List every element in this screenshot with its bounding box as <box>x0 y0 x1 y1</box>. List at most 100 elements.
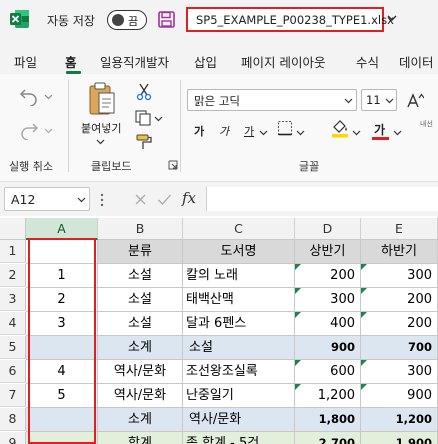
cell-e3[interactable]: 200 <box>361 288 438 312</box>
underline-button[interactable]: 가 <box>244 123 254 139</box>
italic-button[interactable]: 가 <box>219 123 229 139</box>
cell-d4[interactable]: 400 <box>295 312 361 336</box>
borders-icon[interactable] <box>277 120 293 136</box>
font-color-dropdown-icon[interactable] <box>393 128 402 137</box>
ribbon-divider <box>180 80 181 172</box>
cell-c4[interactable]: 달과 6펜스 <box>183 312 295 336</box>
paste-icon[interactable] <box>88 81 116 117</box>
formula-input[interactable] <box>206 187 438 211</box>
cell-b6[interactable]: 역사/문화 <box>98 360 183 384</box>
enter-icon[interactable] <box>157 193 172 206</box>
tab-developer[interactable]: 일용직개발자 <box>100 52 169 71</box>
cell-e2[interactable]: 300 <box>361 264 438 288</box>
font-color-button[interactable]: 가 <box>374 121 385 138</box>
row-header[interactable]: 9 <box>0 432 26 444</box>
clipboard-launcher-icon[interactable] <box>168 160 178 170</box>
row-header[interactable]: 5 <box>0 336 26 359</box>
select-all-corner[interactable] <box>0 218 26 240</box>
cell-e8[interactable]: 1,200 <box>361 408 438 432</box>
cell-b9[interactable]: 합계 <box>98 432 183 444</box>
cancel-icon[interactable] <box>134 193 147 206</box>
column-header-b[interactable]: B <box>98 218 183 240</box>
increase-font-size-icon[interactable] <box>406 92 424 108</box>
phonetic-guide-button[interactable]: 내선 <box>420 120 434 128</box>
cell-c1[interactable]: 도서명 <box>183 240 295 264</box>
tab-data[interactable]: 데이터 <box>399 52 434 71</box>
copy-dropdown-icon[interactable] <box>154 114 163 123</box>
cell-c7[interactable]: 난중일기 <box>183 384 295 408</box>
cell-value: 400 <box>330 316 355 331</box>
save-icon[interactable] <box>158 11 175 28</box>
row-header[interactable]: 8 <box>0 408 26 431</box>
cell-d5[interactable]: 900 <box>295 336 361 360</box>
format-painter-icon[interactable] <box>136 134 153 150</box>
name-box[interactable]: A12 <box>4 187 90 211</box>
cell-e1[interactable]: 하반기 <box>361 240 438 264</box>
column-header-d[interactable]: D <box>295 218 361 240</box>
cell-d2[interactable]: 200 <box>295 264 361 288</box>
cell-e5[interactable]: 700 <box>361 336 438 360</box>
cell-b1[interactable]: 분류 <box>98 240 183 264</box>
error-indicator-icon <box>361 264 367 270</box>
filename-box[interactable]: SP5_EXAMPLE_P00238_TYPE1.xlsx <box>186 7 394 32</box>
tab-insert[interactable]: 삽입 <box>194 52 217 71</box>
tab-home[interactable]: 홈 <box>65 52 77 71</box>
cell-b3[interactable]: 소설 <box>98 288 183 312</box>
cell-c2[interactable]: 칼의 노래 <box>183 264 295 288</box>
insert-function-button[interactable]: fx <box>182 189 196 207</box>
excel-logo-icon[interactable] <box>10 9 30 29</box>
cell-value: 300 <box>407 364 432 379</box>
cell-c5[interactable]: 소설 <box>183 336 295 360</box>
cell-e6[interactable]: 300 <box>361 360 438 384</box>
cell-c3[interactable]: 태백산맥 <box>183 288 295 312</box>
autosave-toggle[interactable]: 끔 <box>107 10 147 30</box>
cell-d9[interactable]: 2,700 <box>295 432 361 444</box>
row-header[interactable]: 7 <box>0 384 26 407</box>
row-header[interactable]: 3 <box>0 288 26 311</box>
more-options-icon[interactable] <box>100 193 104 207</box>
underline-dropdown-icon[interactable] <box>259 128 268 137</box>
cell-c9[interactable]: 종 합계 - 5건 <box>183 432 295 444</box>
tab-file[interactable]: 파일 <box>14 52 37 71</box>
cell-c8[interactable]: 역사/문화 <box>183 408 295 432</box>
cell-b8[interactable]: 소계 <box>98 408 183 432</box>
borders-dropdown-icon[interactable] <box>296 128 305 137</box>
tab-formulas[interactable]: 수식 <box>356 52 379 71</box>
chevron-down-icon[interactable] <box>386 12 398 24</box>
row-header[interactable]: 6 <box>0 360 26 383</box>
cell-b5[interactable]: 소계 <box>98 336 183 360</box>
cell-c6[interactable]: 조선왕조실록 <box>183 360 295 384</box>
fill-color-dropdown-icon[interactable] <box>352 128 361 137</box>
undo-dropdown-icon[interactable] <box>44 92 53 101</box>
copy-icon[interactable] <box>135 110 153 126</box>
cell-d1[interactable]: 상반기 <box>295 240 361 264</box>
cell-d7[interactable]: 1,200 <box>295 384 361 408</box>
cell-e4[interactable]: 200 <box>361 312 438 336</box>
row-header[interactable]: 2 <box>0 264 26 287</box>
cell-value: 300 <box>407 268 432 283</box>
column-header-e[interactable]: E <box>361 218 438 240</box>
redo-dropdown-icon[interactable] <box>44 126 53 135</box>
column-header-c[interactable]: C <box>183 218 295 240</box>
cell-d8[interactable]: 1,800 <box>295 408 361 432</box>
cell-d3[interactable]: 300 <box>295 288 361 312</box>
column-header-a[interactable]: A <box>26 218 98 240</box>
cut-icon[interactable] <box>136 83 152 101</box>
cell-b7[interactable]: 역사/문화 <box>98 384 183 408</box>
undo-icon[interactable] <box>18 86 40 106</box>
paste-label[interactable]: 붙여넣기 <box>81 120 121 136</box>
row-header[interactable]: 1 <box>0 240 26 263</box>
tab-page-layout[interactable]: 페이지 레이아웃 <box>241 52 325 71</box>
cell-b4[interactable]: 소설 <box>98 312 183 336</box>
font-name-select[interactable]: 맑은 고딕 <box>187 89 357 111</box>
cell-b2[interactable]: 소설 <box>98 264 183 288</box>
font-size-select[interactable]: 11 <box>361 89 397 111</box>
cell-d6[interactable]: 600 <box>295 360 361 384</box>
row-header[interactable]: 4 <box>0 312 26 335</box>
cell-e7[interactable]: 900 <box>361 384 438 408</box>
fill-color-icon[interactable] <box>331 118 349 138</box>
paste-dropdown-icon[interactable] <box>96 137 105 146</box>
redo-icon[interactable] <box>18 120 40 140</box>
cell-e9[interactable]: 1,900 <box>361 432 438 444</box>
bold-button[interactable]: 가 <box>194 123 204 139</box>
